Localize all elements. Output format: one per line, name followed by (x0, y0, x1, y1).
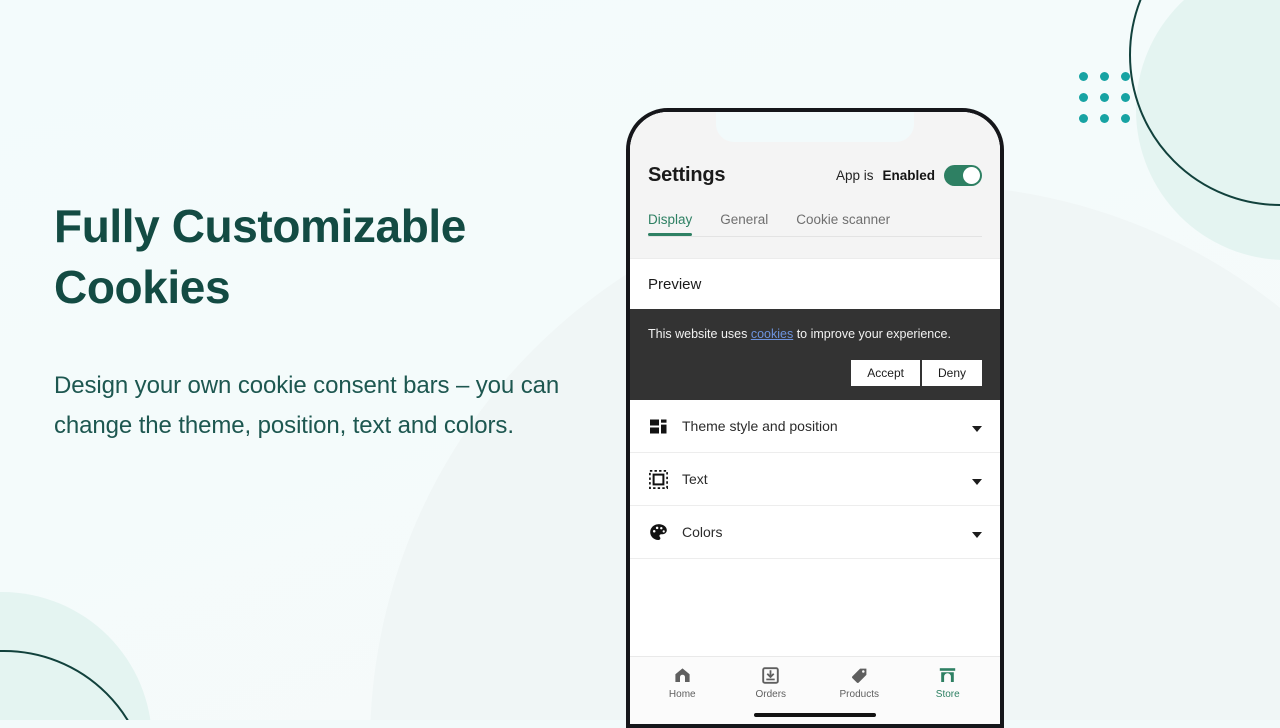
header-row: Settings App is Enabled (648, 164, 982, 187)
nav-item-products[interactable]: Products (815, 666, 904, 700)
promo-subcopy: Design your own cookie consent bars – yo… (54, 372, 560, 439)
tab-display[interactable]: Display (648, 212, 693, 236)
tab-cookie-scanner[interactable]: Cookie scanner (796, 212, 890, 236)
chevron-down-icon[interactable] (972, 478, 982, 485)
consent-actions: Accept Deny (648, 360, 982, 386)
consent-text-after: to improve your experience. (793, 327, 951, 341)
section-spacer-band (630, 237, 1000, 259)
home-indicator (754, 713, 876, 717)
nav-item-home[interactable]: Home (638, 666, 727, 700)
app-state-value-label: Enabled (882, 168, 935, 183)
dot-grid-decoration (1079, 72, 1130, 123)
toggle-knob (963, 167, 980, 184)
promo-copy: Fully Customizable Cookies Design your o… (54, 196, 634, 446)
consent-message: This website uses cookies to improve you… (648, 325, 982, 343)
section-theme-style-and-position[interactable]: Theme style and position (630, 400, 1000, 453)
app-state-prefix-label: App is (835, 168, 874, 183)
app-enabled-toggle[interactable] (944, 165, 982, 186)
settings-title: Settings (648, 164, 726, 186)
phone-screen: Settings App is Enabled Display General … (630, 112, 1000, 724)
tag-icon (851, 666, 868, 684)
section-label: Colors (682, 524, 723, 540)
layout-icon (648, 416, 668, 436)
chevron-down-icon[interactable] (972, 425, 982, 432)
preview-section-header: Preview (630, 259, 1000, 309)
nav-label: Products (839, 689, 879, 700)
palette-icon (648, 522, 668, 542)
home-indicator-area (630, 704, 1000, 724)
nav-label: Home (668, 689, 696, 700)
home-icon (674, 666, 691, 684)
page-title: Fully Customizable Cookies (54, 200, 466, 313)
chevron-down-icon[interactable] (972, 531, 982, 538)
cookies-link[interactable]: cookies (751, 327, 793, 341)
section-text[interactable]: Text (630, 453, 1000, 506)
tab-general[interactable]: General (720, 212, 768, 236)
section-label: Theme style and position (682, 418, 838, 434)
storefront-icon (939, 666, 956, 684)
nav-label: Store (935, 689, 960, 700)
app-enabled-control: App is Enabled (836, 165, 982, 186)
app-header: Settings App is Enabled Display General … (630, 150, 1000, 237)
accept-button[interactable]: Accept (851, 360, 920, 386)
nav-item-orders[interactable]: Orders (727, 666, 816, 700)
bottom-navigation: Home Orders Products Store (630, 656, 1000, 704)
phone-mockup: Settings App is Enabled Display General … (626, 108, 1004, 728)
phone-notch (716, 112, 914, 142)
deny-button[interactable]: Deny (921, 360, 982, 386)
cookie-consent-preview: This website uses cookies to improve you… (630, 309, 1000, 400)
nav-item-store[interactable]: Store (904, 666, 993, 700)
consent-text-before: This website uses (648, 327, 751, 341)
section-colors[interactable]: Colors (630, 506, 1000, 559)
settings-sections-list: Theme style and position Text Colors (630, 400, 1000, 656)
inbox-download-icon (762, 666, 780, 684)
section-label: Text (682, 471, 708, 487)
nav-label: Orders (755, 689, 787, 700)
preview-label: Preview (648, 276, 702, 293)
settings-tabs: Display General Cookie scanner (648, 212, 982, 236)
text-box-icon (648, 469, 668, 489)
